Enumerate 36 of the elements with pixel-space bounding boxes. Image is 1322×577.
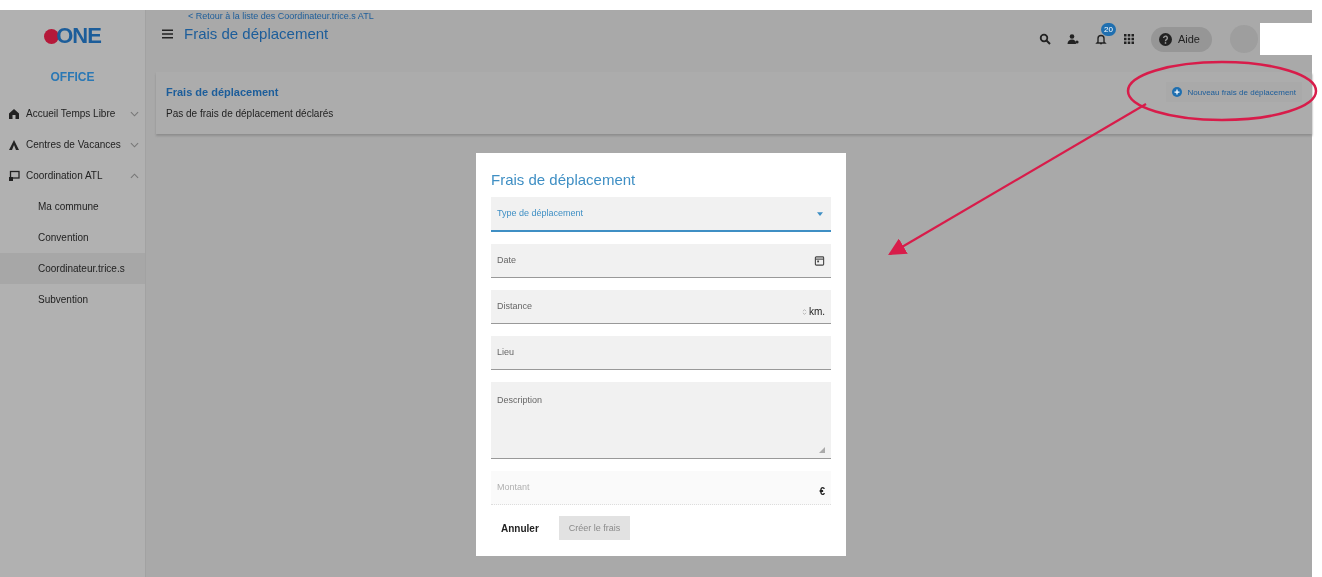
page-title: Frais de déplacement (184, 25, 329, 42)
notification-badge: 20 (1100, 23, 1116, 36)
plus-circle-icon (1172, 87, 1183, 97)
input-field[interactable]: Lieu (491, 336, 831, 370)
sidebar-subitem[interactable]: Ma commune (0, 191, 145, 222)
input-field[interactable]: Date (491, 244, 831, 278)
apps-grid-icon[interactable] (1122, 33, 1135, 45)
search-icon[interactable] (1038, 33, 1051, 45)
textarea-field[interactable]: Description (491, 382, 831, 459)
menu-icon[interactable] (162, 28, 173, 39)
sidebar-subitem[interactable]: Convention (0, 222, 145, 253)
currency-label: € (819, 486, 825, 497)
screen-icon (8, 169, 20, 182)
dialog-title: Frais de déplacement (491, 171, 637, 188)
calendar-icon (814, 255, 825, 266)
name-placeholder (1260, 23, 1312, 55)
house-icon (8, 107, 20, 120)
user-gear-icon[interactable] (1066, 33, 1079, 45)
logo: ONE (44, 22, 101, 50)
tent-icon (8, 138, 20, 151)
brand-label: OFFICE (50, 70, 95, 84)
unit-label: km. (808, 306, 825, 317)
help-button[interactable]: Aide (1150, 26, 1212, 52)
sidebar-item[interactable]: Accueil Temps Libre (0, 98, 145, 129)
resize-grip-icon[interactable] (819, 447, 825, 453)
empty-message: Pas de frais de déplacement déclarés (166, 108, 334, 119)
dropdown-caret-icon (817, 211, 823, 216)
help-icon (1158, 32, 1172, 46)
card-title: Frais de déplacement (166, 86, 280, 98)
input-field[interactable]: Distance km. (491, 290, 831, 324)
sidebar-subitem[interactable]: Coordinateur.trice.s (0, 253, 145, 284)
bell-icon[interactable] (1094, 33, 1107, 45)
sidebar-item[interactable]: Coordination ATL (0, 160, 145, 191)
cancel-button[interactable]: Annuler (491, 516, 549, 540)
sidebar-item[interactable]: Centres de Vacances (0, 129, 145, 160)
sidebar-subitem[interactable]: Subvention (0, 284, 145, 315)
